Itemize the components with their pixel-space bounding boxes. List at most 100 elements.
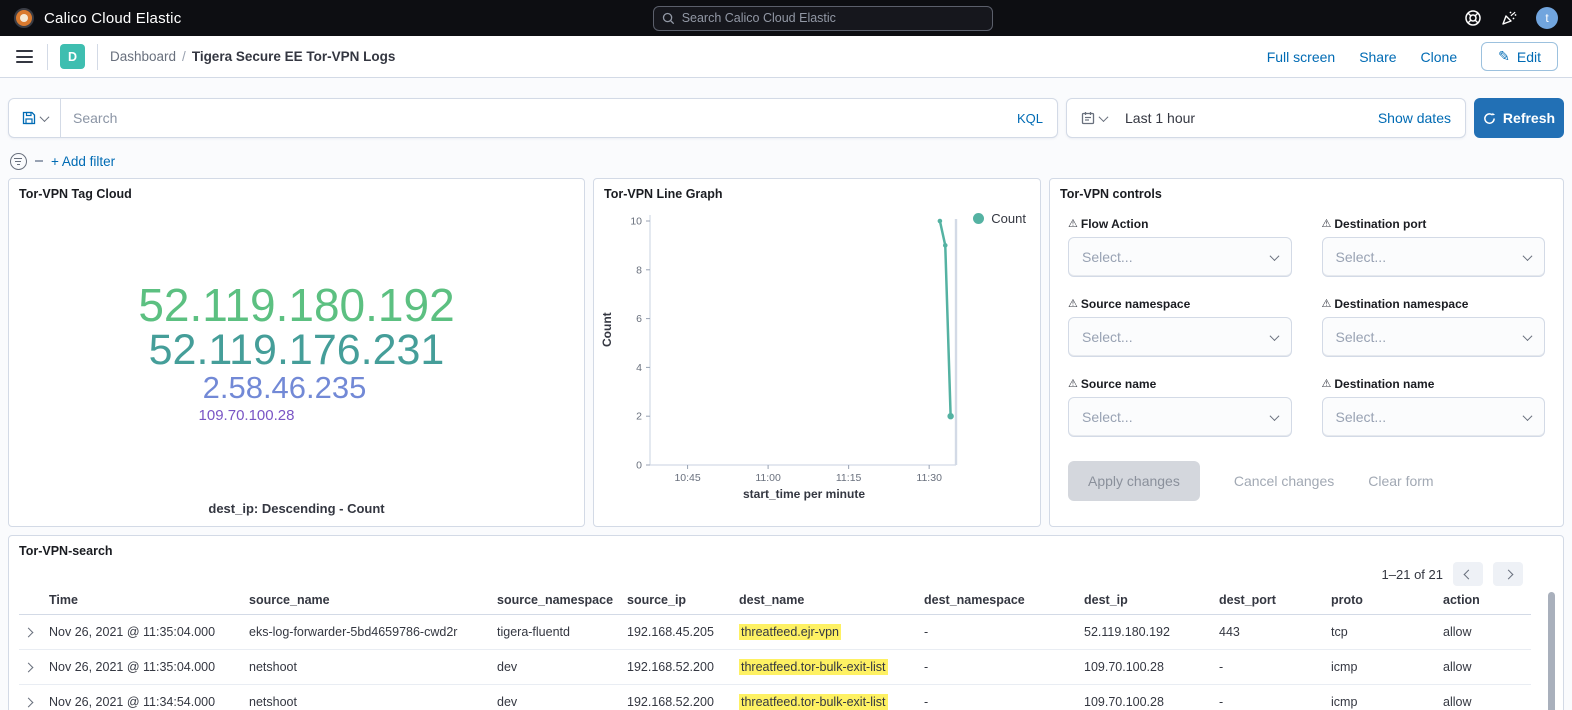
panel-title: Tor-VPN controls [1060, 187, 1553, 201]
panel-tag-cloud: Tor-VPN Tag Cloud 52.119.180.192 52.119.… [8, 178, 585, 527]
chevron-down-icon [1523, 411, 1533, 421]
refresh-button[interactable]: Refresh [1474, 98, 1564, 138]
help-icon[interactable] [1464, 9, 1482, 27]
destination-port-select[interactable]: Select... [1322, 237, 1546, 277]
panel-line-graph: Tor-VPN Line Graph Count 024681010:4511:… [593, 178, 1041, 527]
highlighted-dest-name: threatfeed.tor-bulk-exit-list [739, 694, 888, 710]
tag-cloud-term[interactable]: 2.58.46.235 [203, 372, 367, 404]
query-bar: KQL [8, 98, 1058, 138]
chevron-down-icon [1099, 112, 1109, 122]
chevron-right-icon [1503, 569, 1513, 579]
col-action: action [1439, 586, 1531, 615]
col-dest-name: dest_name [735, 586, 920, 615]
cancel-changes-button[interactable]: Cancel changes [1234, 473, 1334, 489]
divider [97, 44, 98, 70]
kql-language-button[interactable]: KQL [1003, 111, 1057, 126]
table-header-row: Time source_name source_namespace source… [19, 586, 1531, 615]
svg-text:10: 10 [630, 216, 642, 228]
edit-button[interactable]: ✎ Edit [1481, 42, 1558, 71]
warning-icon: ⚠ [1068, 219, 1078, 230]
breadcrumb-current: Tigera Secure EE Tor-VPN Logs [192, 49, 396, 64]
filter-icon[interactable] [10, 153, 27, 170]
global-search-input[interactable] [682, 11, 984, 25]
control-field-destination-name: ⚠Destination name Select... [1322, 377, 1546, 437]
search-results-table: Time source_name source_namespace source… [19, 586, 1531, 710]
svg-text:8: 8 [636, 264, 642, 276]
filter-bar: + Add filter [10, 150, 1562, 172]
svg-text:4: 4 [636, 362, 642, 374]
panel-title: Tor-VPN Tag Cloud [19, 187, 574, 201]
global-search[interactable] [653, 6, 993, 31]
highlighted-dest-name: threatfeed.ejr-vpn [739, 624, 841, 640]
menu-icon[interactable] [14, 46, 35, 67]
svg-text:11:30: 11:30 [916, 472, 942, 484]
panel-title: Tor-VPN Line Graph [604, 187, 1030, 201]
newsfeed-icon[interactable] [1500, 9, 1518, 27]
source-name-select[interactable]: Select... [1068, 397, 1292, 437]
clone-button[interactable]: Clone [1421, 49, 1458, 65]
control-field-source-namespace: ⚠Source namespace Select... [1068, 297, 1292, 357]
chevron-down-icon [1269, 411, 1279, 421]
panel-search-table: Tor-VPN-search 1–21 of 21 Time source_na… [8, 535, 1564, 710]
kql-search-input[interactable] [61, 110, 1003, 126]
divider [35, 160, 43, 162]
dashboard-app-badge[interactable]: D [60, 44, 85, 69]
pencil-icon: ✎ [1498, 48, 1510, 65]
destination-namespace-select[interactable]: Select... [1322, 317, 1546, 357]
destination-name-select[interactable]: Select... [1322, 397, 1546, 437]
svg-text:10:45: 10:45 [674, 472, 700, 484]
breadcrumb-separator: / [182, 49, 186, 64]
expand-row-icon[interactable] [23, 625, 34, 639]
x-axis-label: start_time per minute [616, 487, 968, 501]
tag-cloud-term[interactable]: 52.119.180.192 [138, 282, 454, 329]
tag-cloud-caption: dest_ip: Descending - Count [9, 501, 584, 516]
query-toolbar: KQL Last 1 hour Show dates Refresh + Add… [0, 78, 1572, 172]
show-dates-button[interactable]: Show dates [1364, 110, 1465, 126]
share-button[interactable]: Share [1359, 49, 1396, 65]
time-range-value[interactable]: Last 1 hour [1121, 110, 1195, 126]
dashboard-panels: Tor-VPN Tag Cloud 52.119.180.192 52.119.… [0, 172, 1572, 527]
table-row: Nov 26, 2021 @ 11:35:04.000 netshoot dev… [19, 650, 1531, 685]
chart-legend[interactable]: Count [973, 211, 1026, 226]
highlighted-dest-name: threatfeed.tor-bulk-exit-list [739, 659, 888, 675]
expand-row-icon[interactable] [23, 660, 34, 674]
full-screen-button[interactable]: Full screen [1267, 49, 1335, 65]
saved-query-menu-button[interactable] [9, 99, 61, 137]
next-page-button[interactable] [1493, 562, 1523, 586]
svg-text:11:15: 11:15 [836, 472, 862, 484]
warning-icon: ⚠ [1322, 299, 1332, 310]
chevron-down-icon [1269, 331, 1279, 341]
warning-icon: ⚠ [1322, 219, 1332, 230]
chevron-down-icon [39, 112, 49, 122]
user-avatar[interactable]: t [1536, 7, 1558, 29]
calico-logo-icon[interactable] [14, 8, 34, 28]
breadcrumb-dashboard[interactable]: Dashboard [110, 49, 176, 64]
control-field-destination-namespace: ⚠Destination namespace Select... [1322, 297, 1546, 357]
line-chart-area: Count 024681010:4511:0011:1511:30 start_… [602, 207, 968, 501]
clear-form-button[interactable]: Clear form [1368, 473, 1433, 489]
y-axis-label: Count [600, 312, 614, 347]
control-field-source-name: ⚠Source name Select... [1068, 377, 1292, 437]
date-picker: Last 1 hour Show dates [1066, 98, 1466, 138]
previous-page-button[interactable] [1453, 562, 1483, 586]
svg-text:11:00: 11:00 [755, 472, 781, 484]
control-field-destination-port: ⚠Destination port Select... [1322, 217, 1546, 277]
tag-cloud-term[interactable]: 52.119.176.231 [149, 329, 445, 373]
calendar-menu-button[interactable] [1067, 99, 1121, 137]
pagination-label: 1–21 of 21 [1382, 567, 1443, 582]
line-chart[interactable]: 024681010:4511:0011:1511:30 [616, 207, 968, 487]
svg-text:6: 6 [636, 313, 642, 325]
col-source-name: source_name [245, 586, 493, 615]
flow-action-select[interactable]: Select... [1068, 237, 1292, 277]
expand-row-icon[interactable] [23, 695, 34, 709]
tag-cloud-term[interactable]: 109.70.100.28 [199, 408, 295, 423]
source-namespace-select[interactable]: Select... [1068, 317, 1292, 357]
chevron-down-icon [1269, 251, 1279, 261]
col-source-namespace: source_namespace [493, 586, 623, 615]
col-source-ip: source_ip [623, 586, 735, 615]
col-time: Time [45, 586, 245, 615]
refresh-icon [1483, 112, 1496, 125]
add-filter-button[interactable]: + Add filter [51, 154, 115, 169]
vertical-scrollbar[interactable] [1548, 592, 1555, 710]
apply-changes-button[interactable]: Apply changes [1068, 461, 1200, 501]
